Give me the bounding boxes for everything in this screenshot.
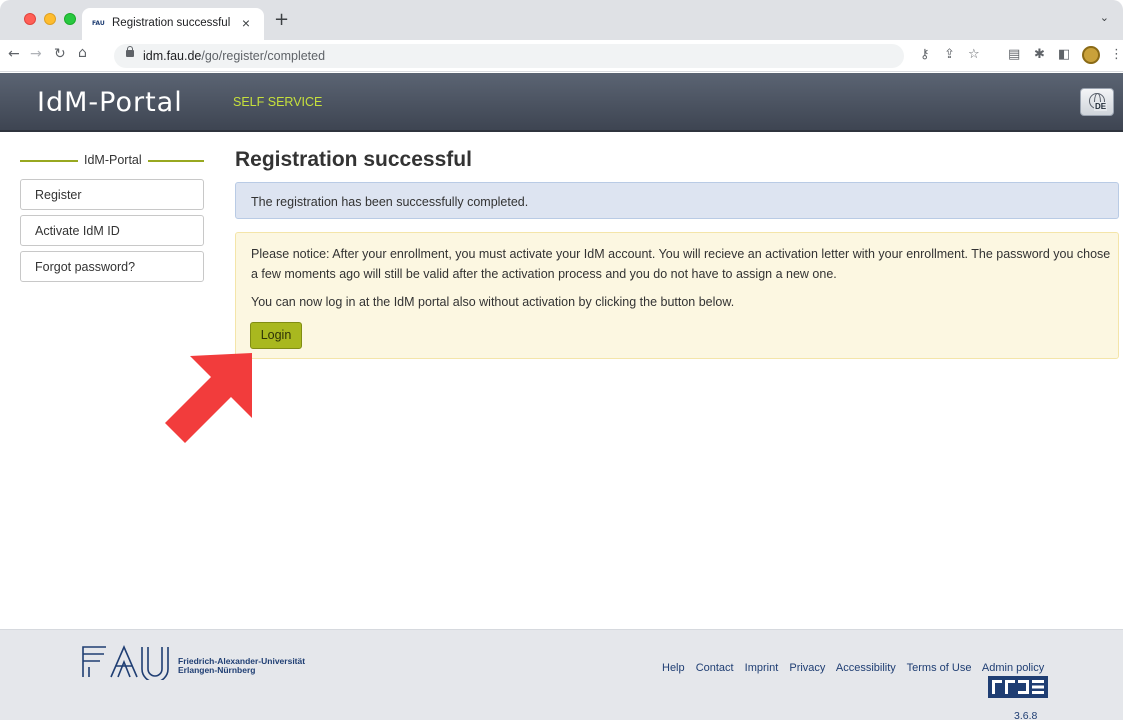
new-tab-button[interactable]: +	[274, 9, 289, 30]
rrze-logo-icon[interactable]	[988, 676, 1048, 698]
page-title: Registration successful	[235, 148, 472, 171]
app-header: IdM-Portal SELF SERVICE DE	[0, 73, 1123, 132]
bookmark-star-icon[interactable]: ☆	[968, 48, 980, 62]
university-name: Friedrich-Alexander-Universität Erlangen…	[178, 657, 305, 675]
browser-tab[interactable]: FAU Registration successful ×	[82, 8, 264, 40]
footer-link-accessibility[interactable]: Accessibility	[836, 662, 896, 674]
sidebar-title-text: IdM-Portal	[84, 153, 142, 167]
key-icon[interactable]: ⚷	[920, 48, 930, 62]
tab-search-chevron-icon[interactable]: ⌄	[1100, 11, 1109, 24]
divider	[148, 160, 204, 162]
tab-title: Registration successful	[112, 17, 231, 29]
success-alert: The registration has been successfully c…	[235, 182, 1119, 219]
notice-alert: Please notice: After your enrollment, yo…	[235, 232, 1119, 359]
share-icon[interactable]: ⇪	[944, 48, 955, 62]
fau-logo-icon[interactable]	[80, 644, 172, 680]
menu-icon[interactable]: ⋮	[1110, 48, 1123, 62]
login-hint-text: You can now log in at the IdM portal als…	[251, 295, 735, 309]
address-bar[interactable]: idm.fau.de/go/register/completed	[114, 44, 904, 68]
sidebar-item-activate-idm-id[interactable]: Activate IdM ID	[20, 215, 204, 246]
browser-toolbar: ← → ↻ ⌂ idm.fau.de/go/register/completed…	[0, 40, 1123, 72]
footer-link-imprint[interactable]: Imprint	[745, 662, 779, 674]
browser-tab-bar: FAU Registration successful × + ⌄	[0, 0, 1123, 40]
close-window-button[interactable]	[24, 13, 36, 25]
footer-links: Help Contact Imprint Privacy Accessibili…	[662, 662, 1052, 674]
footer-link-terms[interactable]: Terms of Use	[907, 662, 972, 674]
url-path: /go/register/completed	[201, 49, 326, 63]
language-switch-button[interactable]: DE	[1080, 88, 1114, 116]
footer-link-help[interactable]: Help	[662, 662, 685, 674]
notice-text: Please notice: After your enrollment, yo…	[251, 247, 1111, 281]
sidebar-item-forgot-password[interactable]: Forgot password?	[20, 251, 204, 282]
footer-link-privacy[interactable]: Privacy	[789, 662, 825, 674]
language-label: DE	[1094, 102, 1108, 111]
lock-icon[interactable]	[126, 46, 134, 57]
tab-close-icon[interactable]: ×	[242, 15, 250, 31]
url-domain: idm.fau.de	[143, 49, 202, 63]
reload-icon[interactable]: ↻	[54, 46, 66, 62]
sidebar-item-register[interactable]: Register	[20, 179, 204, 210]
forward-icon[interactable]: →	[30, 46, 42, 62]
minimize-window-button[interactable]	[44, 13, 56, 25]
page-footer: Friedrich-Alexander-Universität Erlangen…	[0, 629, 1123, 720]
red-arrow-icon	[165, 353, 252, 443]
url-text[interactable]: idm.fau.de/go/register/completed	[143, 49, 325, 63]
login-button[interactable]: Login	[250, 322, 302, 349]
profile-icon[interactable]	[1082, 46, 1100, 64]
self-service-link[interactable]: SELF SERVICE	[233, 95, 322, 109]
extensions-icon[interactable]: ✱	[1034, 48, 1045, 62]
sidebar-title: IdM-Portal	[20, 153, 204, 167]
footer-link-admin-policy[interactable]: Admin policy	[982, 662, 1044, 674]
fau-favicon-icon: FAU	[92, 20, 105, 27]
maximize-window-button[interactable]	[64, 13, 76, 25]
footer-link-contact[interactable]: Contact	[696, 662, 734, 674]
home-icon[interactable]: ⌂	[78, 45, 87, 61]
reader-icon[interactable]: ▤	[1008, 48, 1020, 62]
version-number: 3.6.8	[1014, 710, 1038, 720]
sidepanel-icon[interactable]: ◧	[1058, 48, 1070, 62]
divider	[20, 160, 78, 162]
back-icon[interactable]: ←	[8, 46, 20, 62]
university-name-line2: Erlangen-Nürnberg	[178, 665, 256, 675]
portal-logo[interactable]: IdM-Portal	[37, 87, 183, 118]
